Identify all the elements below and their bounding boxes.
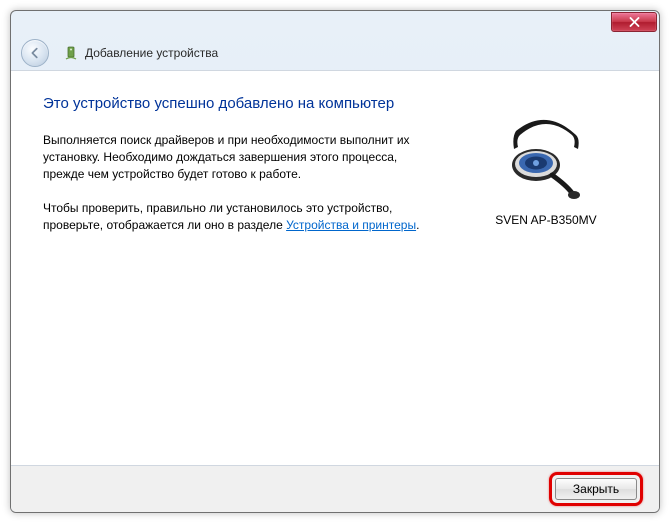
back-arrow-icon <box>28 46 42 60</box>
page-heading: Это устройство успешно добавлено на комп… <box>43 95 441 112</box>
footer-bar: Закрыть <box>11 466 659 512</box>
wizard-window: Добавление устройства Это устройство усп… <box>10 10 660 513</box>
info-paragraph-2: Чтобы проверить, правильно ли установило… <box>43 200 441 234</box>
content-left: Это устройство успешно добавлено на комп… <box>43 89 441 455</box>
bluetooth-headset-icon <box>496 113 596 203</box>
close-button-highlight: Закрыть <box>549 472 643 506</box>
content-area: Это устройство успешно добавлено на комп… <box>11 70 659 466</box>
info-paragraph-1: Выполняется поиск драйверов и при необхо… <box>43 132 441 182</box>
add-device-icon <box>63 45 79 61</box>
close-wizard-button[interactable]: Закрыть <box>555 478 637 500</box>
titlebar <box>11 11 659 36</box>
close-icon <box>629 17 640 27</box>
device-image <box>496 113 596 203</box>
para2-post: . <box>416 218 419 232</box>
device-name-label: SVEN AP-B350MV <box>461 213 631 227</box>
close-button[interactable] <box>611 12 657 32</box>
content-right: SVEN AP-B350MV <box>461 89 631 455</box>
header-bar: Добавление устройства <box>11 36 659 70</box>
back-button[interactable] <box>21 39 49 67</box>
wizard-title: Добавление устройства <box>85 46 218 60</box>
devices-and-printers-link[interactable]: Устройства и принтеры <box>286 218 416 232</box>
